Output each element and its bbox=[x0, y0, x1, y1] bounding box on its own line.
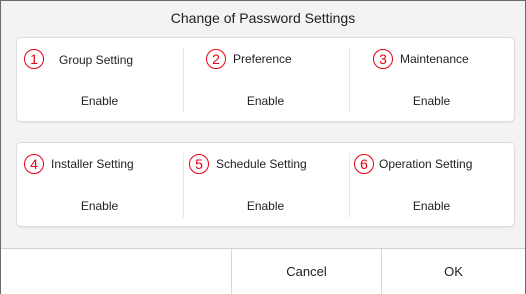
setting-preference[interactable]: 2 Preference Enable bbox=[183, 38, 348, 121]
setting-label: Maintenance bbox=[400, 52, 469, 66]
number-3-badge: 3 bbox=[373, 49, 393, 69]
setting-value: Enable bbox=[246, 94, 285, 108]
setting-value: Enable bbox=[80, 94, 119, 108]
settings-panel-top: 1 Group Setting Enable 2 Preference Enab… bbox=[17, 38, 514, 121]
number-1-badge: 1 bbox=[24, 49, 44, 69]
number-4-badge: 4 bbox=[24, 154, 44, 174]
setting-value: Enable bbox=[246, 199, 285, 213]
password-settings-dialog: Change of Password Settings 1 Group Sett… bbox=[0, 0, 526, 294]
footer-empty-slot bbox=[1, 249, 231, 294]
number-5-badge: 5 bbox=[189, 154, 209, 174]
setting-value: Enable bbox=[80, 199, 119, 213]
setting-label: Preference bbox=[233, 52, 292, 66]
setting-value: Enable bbox=[412, 199, 451, 213]
cancel-button[interactable]: Cancel bbox=[232, 249, 381, 294]
setting-label: Group Setting bbox=[59, 53, 134, 67]
setting-schedule-setting[interactable]: 5 Schedule Setting Enable bbox=[183, 143, 348, 226]
dialog-footer: Cancel OK bbox=[1, 248, 525, 294]
setting-label: Operation Setting bbox=[379, 157, 473, 171]
number-6-badge: 6 bbox=[354, 154, 374, 174]
number-2-badge: 2 bbox=[206, 49, 226, 69]
setting-operation-setting[interactable]: 6 Operation Setting Enable bbox=[349, 143, 514, 226]
ok-button[interactable]: OK bbox=[382, 249, 525, 294]
setting-group-setting[interactable]: 1 Group Setting Enable bbox=[17, 38, 182, 121]
dialog-title: Change of Password Settings bbox=[170, 10, 356, 26]
setting-label: Schedule Setting bbox=[216, 157, 307, 171]
setting-label: Installer Setting bbox=[51, 157, 134, 171]
setting-installer-setting[interactable]: 4 Installer Setting Enable bbox=[17, 143, 182, 226]
setting-maintenance[interactable]: 3 Maintenance Enable bbox=[349, 38, 514, 121]
settings-panel-bottom: 4 Installer Setting Enable 5 Schedule Se… bbox=[17, 143, 514, 226]
setting-value: Enable bbox=[412, 94, 451, 108]
